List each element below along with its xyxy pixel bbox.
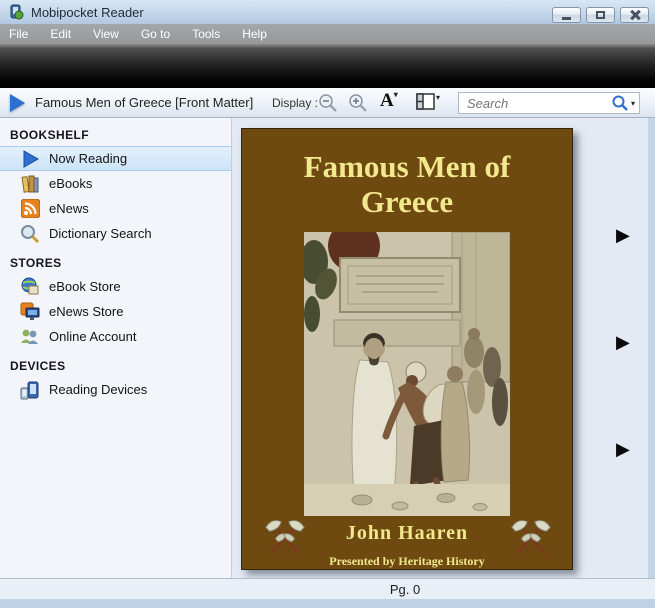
display-label: Display : [272,96,318,110]
play-icon [18,147,42,171]
zoom-in-icon[interactable] [348,93,368,113]
sidebar-item-ebooks[interactable]: eBooks [0,171,231,196]
menu-bar: File Edit View Go to Tools Help [0,24,655,44]
menu-file[interactable]: File [0,24,39,44]
crossed-axes-icon [508,513,554,561]
sidebar-item-label: eNews Store [49,304,123,319]
app-icon [8,4,24,20]
sidebar-item-label: Now Reading [49,151,127,166]
sidebar-item-dictionary-search[interactable]: Dictionary Search [0,221,231,246]
rss-icon [18,197,42,221]
sidebar-item-label: Reading Devices [49,382,147,397]
zoom-out-icon[interactable] [318,93,338,113]
people-icon [18,325,42,349]
magnifier-icon [18,222,42,246]
cover-title-line2: Greece [242,184,572,219]
font-caret-icon: ▾ [394,90,398,99]
cover-illustration [304,232,510,516]
current-book-title: Famous Men of Greece [Front Matter] [35,95,253,110]
search-input[interactable] [459,96,611,111]
font-size-icon: A [380,90,394,111]
close-button[interactable] [620,7,649,23]
section-devices: DEVICES [10,359,231,373]
sidebar-item-label: Online Account [49,329,136,344]
close-icon [630,10,640,20]
menu-tools[interactable]: Tools [181,24,231,44]
title-bar: Mobipocket Reader [0,0,655,24]
section-bookshelf: BOOKSHELF [10,128,231,142]
sidebar-item-ebook-store[interactable]: eBook Store [0,274,231,299]
page-turn-arrow[interactable]: ▶ [616,333,630,351]
window-frame-right [648,118,655,578]
cover-title-line1: Famous Men of [242,149,572,184]
sidebar-item-online-account[interactable]: Online Account [0,324,231,349]
page-layout-button[interactable]: ▾ [416,93,440,116]
section-stores: STORES [10,256,231,270]
monitor-icon [18,300,42,324]
sidebar-item-label: eBook Store [49,279,121,294]
menu-help[interactable]: Help [231,24,278,44]
toolbar: ▾ Contents Fullscreen ▾ Send [0,44,655,88]
maximize-button[interactable] [586,7,615,23]
search-box: ▾ [458,92,640,114]
menu-goto[interactable]: Go to [130,24,181,44]
page-turn-arrow[interactable]: ▶ [616,440,630,458]
devices-icon [18,378,42,402]
app-window: Mobipocket Reader File Edit View Go to T… [0,0,655,608]
book-cover[interactable]: Famous Men of Greece [241,128,573,570]
sidebar-item-label: eBooks [49,176,92,191]
reading-pane: Famous Men of Greece [232,118,648,578]
search-caret-icon[interactable]: ▾ [631,99,635,108]
sidebar-item-reading-devices[interactable]: Reading Devices [0,377,231,402]
status-bar: Pg. 0 [0,578,655,599]
crossed-axes-icon [262,513,308,561]
window-frame-bottom [0,599,655,608]
globe-icon [18,275,42,299]
font-size-button[interactable]: A▾ [380,90,398,112]
window-title: Mobipocket Reader [31,5,144,20]
page-turn-arrow[interactable]: ▶ [616,226,630,244]
sidebar: BOOKSHELF Now Reading eBooks eNews [0,118,232,578]
page-number: Pg. 0 [390,582,420,597]
menu-view[interactable]: View [82,24,130,44]
cover-title: Famous Men of Greece [242,149,572,219]
sidebar-item-now-reading[interactable]: Now Reading [0,146,231,171]
page-layout-icon [416,93,436,111]
sidebar-item-label: Dictionary Search [49,226,152,241]
search-icon[interactable] [611,94,629,112]
sidebar-item-enews-store[interactable]: eNews Store [0,299,231,324]
reading-nav-bar: Famous Men of Greece [Front Matter] Disp… [0,88,655,118]
minimize-button[interactable] [552,7,581,23]
sidebar-item-label: eNews [49,201,89,216]
layout-caret-icon: ▾ [436,93,440,102]
sidebar-item-enews[interactable]: eNews [0,196,231,221]
menu-edit[interactable]: Edit [39,24,82,44]
minimize-icon [562,17,571,20]
reading-play-icon[interactable] [10,94,25,112]
maximize-icon [596,11,605,19]
books-icon [18,172,42,196]
